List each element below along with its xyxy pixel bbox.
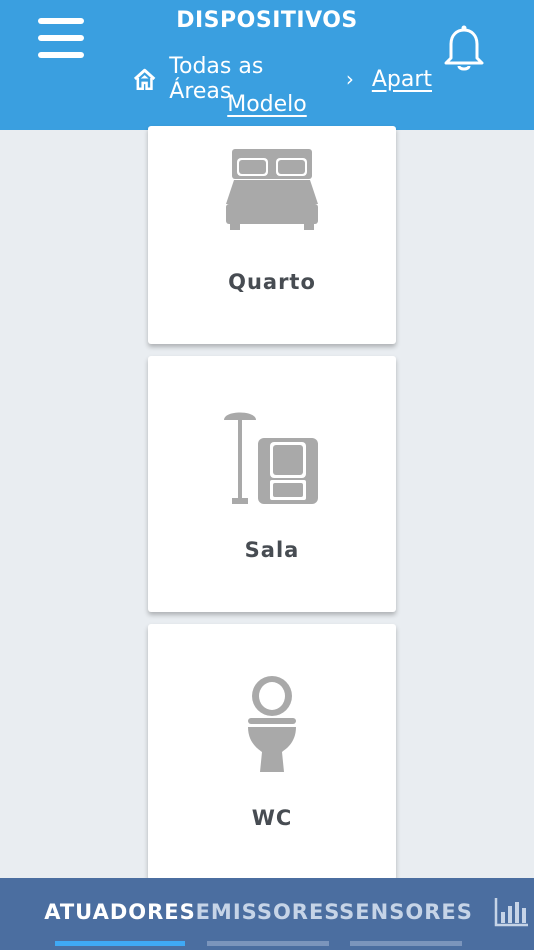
area-card-label: WC: [251, 806, 293, 830]
living-room-icon: [224, 412, 318, 504]
area-card-label: Sala: [244, 538, 300, 562]
tab-emissores[interactable]: EMISSORES: [196, 878, 339, 950]
tab-label: SENSORES: [339, 900, 473, 924]
breadcrumb-separator: ›: [345, 67, 354, 91]
home-icon[interactable]: [132, 66, 157, 92]
bar-chart-icon[interactable]: [494, 896, 530, 928]
tab-label: EMISSORES: [195, 900, 341, 924]
tab-atuadores[interactable]: ATUADORES: [44, 878, 195, 950]
tab-label: ATUADORES: [44, 900, 196, 924]
area-card-label: Quarto: [228, 270, 316, 294]
area-card-sala[interactable]: Sala: [148, 356, 396, 612]
breadcrumb-current[interactable]: Apart: [372, 67, 432, 92]
tab-indicator: [350, 941, 462, 946]
bell-icon[interactable]: [442, 22, 486, 72]
tab-indicator: [55, 941, 185, 946]
tab-sensores[interactable]: SENSORES: [339, 878, 472, 950]
tab-bar: ATUADORES EMISSORES SENSORES: [0, 878, 534, 950]
toilet-icon: [248, 676, 296, 772]
tab-indicator: [207, 941, 329, 946]
area-card-wc[interactable]: WC: [148, 624, 396, 880]
area-card-quarto[interactable]: Quarto: [148, 126, 396, 344]
breadcrumb-current-continued[interactable]: Modelo: [227, 92, 307, 117]
bed-icon: [226, 149, 318, 230]
app-header: DISPOSITIVOS Todas as Áreas › Apart Mode…: [0, 0, 534, 130]
